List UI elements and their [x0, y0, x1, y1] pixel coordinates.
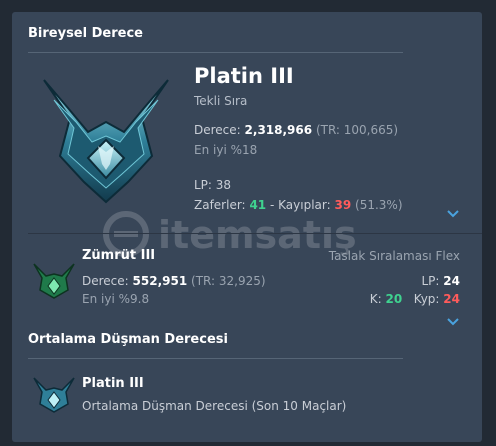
- flex-kyp-value: 24: [443, 292, 460, 306]
- solo-lp: LP: 38: [194, 178, 232, 192]
- flex-lp-label: LP:: [421, 274, 440, 288]
- rank-card: Bireysel Derece Platin III Tekli Sıra De…: [12, 12, 482, 442]
- solo-tier-title: Platin III: [194, 64, 294, 88]
- flex-rank-tr: (TR: 32,925): [191, 274, 266, 288]
- solo-rank-tr: (TR: 100,665): [315, 123, 399, 137]
- chevron-down-icon[interactable]: [447, 210, 459, 218]
- flex-top-percent: En iyi %9.8: [82, 292, 150, 306]
- section-separator: [28, 233, 482, 234]
- chevron-down-icon[interactable]: [447, 318, 459, 326]
- platinum-emblem-icon: [43, 79, 169, 204]
- divider: [28, 52, 403, 53]
- solo-rank-label: Derece:: [194, 123, 241, 137]
- flex-rank-label: Derece:: [82, 274, 129, 288]
- divider: [28, 358, 403, 359]
- flex-rank-value: 552,951: [132, 274, 188, 288]
- platinum-emblem-small-icon: [33, 377, 75, 413]
- flex-k-label: K:: [369, 292, 382, 306]
- flex-lp-value: 24: [443, 274, 460, 288]
- enemy-description: Ortalama Düşman Derecesi (Son 10 Maçlar): [82, 399, 347, 413]
- flex-winloss: K: 20 Kyp: 24: [370, 292, 460, 306]
- solo-queue-label: Tekli Sıra: [194, 94, 248, 108]
- enemy-header: Ortalama Düşman Derecesi: [28, 332, 228, 347]
- emerald-emblem-icon: [33, 263, 75, 299]
- solo-top-percent: En iyi %18: [194, 143, 258, 157]
- solo-rank-line: Derece: 2,318,966 (TR: 100,665): [194, 123, 398, 137]
- flex-queue-label: Taslak Sıralaması Flex: [328, 249, 460, 263]
- watermark-text: itemsatış: [158, 213, 357, 257]
- solo-rank-value: 2,318,966: [244, 123, 313, 137]
- flex-k-value: 20: [385, 292, 403, 306]
- solo-header: Bireysel Derece: [28, 26, 143, 41]
- flex-kyp-label: Kyp:: [413, 292, 440, 306]
- flex-lp: LP: 24: [422, 274, 461, 288]
- flex-tier-title: Zümrüt III: [82, 248, 156, 263]
- enemy-tier-title: Platin III: [82, 376, 144, 391]
- flex-rank-line: Derece: 552,951 (TR: 32,925): [82, 274, 266, 288]
